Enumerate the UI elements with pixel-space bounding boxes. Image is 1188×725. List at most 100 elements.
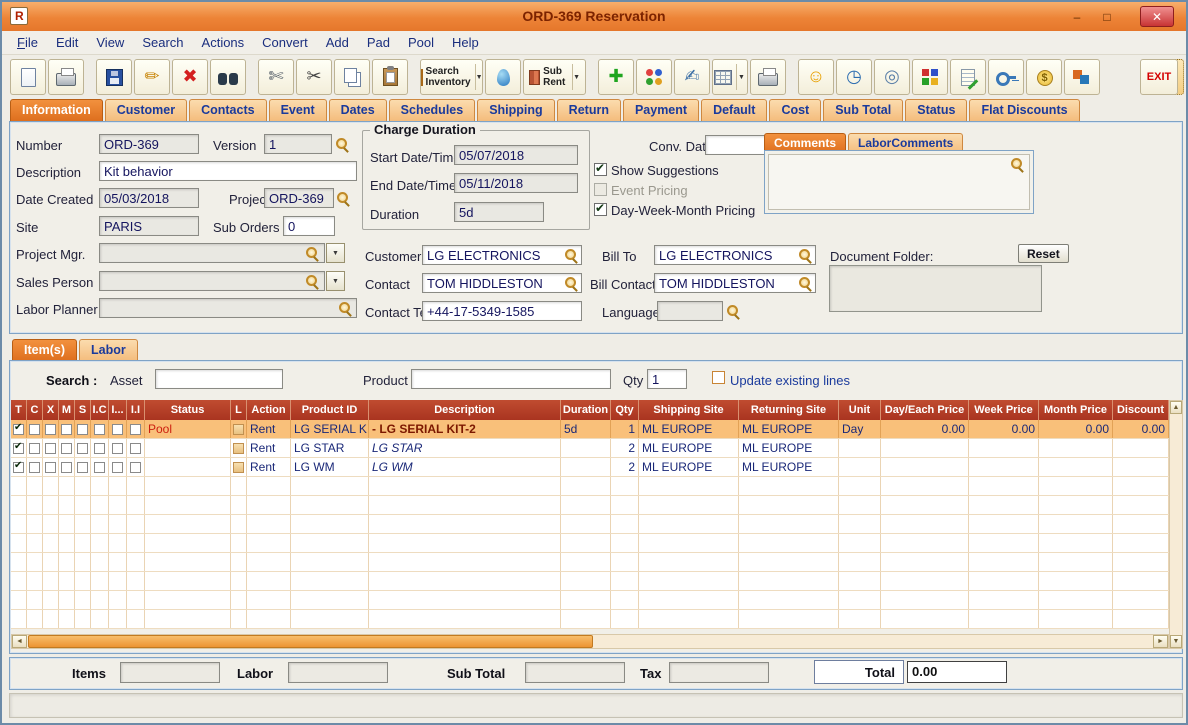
table-column-header[interactable]: Description [369,400,561,420]
description-field[interactable]: Kit behavior [99,161,357,181]
row-checkbox[interactable] [77,461,88,473]
save-icon[interactable]: ▼ [96,59,132,95]
menu-item[interactable]: View [87,32,133,53]
row-checkbox[interactable] [112,423,123,435]
row-checkbox[interactable] [77,423,88,435]
menu-item[interactable]: Search [133,32,192,53]
table-column-header[interactable]: Duration [561,400,611,420]
scroll-right-icon[interactable]: ► [1153,635,1168,648]
line-detail-icon[interactable] [233,442,244,454]
cubes-icon[interactable]: ▼ [912,59,948,95]
table-column-header[interactable]: Unit [839,400,881,420]
menu-item[interactable]: Edit [47,32,87,53]
search-inventory-button[interactable]: Search Inventory ▼ [420,59,484,95]
delete-icon[interactable]: ✖ ▼ [172,59,208,95]
row-checkbox[interactable] [45,461,56,473]
reset-button[interactable]: Reset [1018,244,1069,263]
sales-person-dropdown-button[interactable]: ▼ [326,271,345,291]
row-checkbox[interactable] [45,423,56,435]
table-row[interactable]: Rent LG WM LG WM 2 ML EUROPE ML EUROPE [11,458,1169,477]
customer-field[interactable]: LG ELECTRONICS [422,245,582,265]
find-binoculars-icon[interactable]: ▼ [210,59,246,95]
copy-icon[interactable]: ▼ [334,59,370,95]
table-row[interactable]: Rent LG STAR LG STAR 2 ML EUROPE ML EURO… [11,439,1169,458]
table-column-header[interactable]: Week Price [969,400,1039,420]
menu-item[interactable]: Add [317,32,358,53]
coins-icon[interactable]: ▼ [1026,59,1062,95]
table-column-header[interactable]: X [43,400,59,420]
bill-contact-search-icon[interactable] [798,276,812,290]
bill-to-search-icon[interactable] [798,248,812,262]
row-checkbox[interactable] [112,442,123,454]
table-column-header[interactable]: Product ID [291,400,369,420]
start-date-field[interactable]: 05/07/2018 [454,145,578,165]
puzzle-icon[interactable]: ▼ [1064,59,1100,95]
row-checkbox[interactable] [45,442,56,454]
main-tab[interactable]: Shipping [477,99,555,121]
clock-icon[interactable]: ◷ ▼ [836,59,872,95]
chevron-down-icon[interactable]: ▼ [572,64,580,90]
language-field[interactable] [657,301,723,321]
table-column-header[interactable]: T [11,400,27,420]
row-select-checkbox[interactable] [13,441,24,454]
date-created-field[interactable]: 05/03/2018 [99,188,199,208]
update-existing-lines-checkbox[interactable] [712,371,725,384]
project-mgr-field[interactable] [99,243,325,263]
table-row[interactable] [11,610,1169,629]
table-row[interactable] [11,572,1169,591]
qty-input[interactable] [647,369,687,389]
maximize-button[interactable]: □ [1094,8,1120,26]
items-tab[interactable]: Item(s) [12,339,77,361]
horizontal-scrollbar[interactable]: ◄ ► [11,634,1169,649]
end-date-field[interactable]: 05/11/2018 [454,173,578,193]
asset-input[interactable] [155,369,283,389]
close-button[interactable]: ✕ [1140,6,1174,27]
project-field[interactable]: ORD-369 [264,188,334,208]
print-icon[interactable]: ▼ [48,59,84,95]
version-search-icon[interactable] [335,137,349,151]
row-checkbox[interactable] [77,442,88,454]
table-row[interactable] [11,477,1169,496]
row-checkbox[interactable] [94,461,105,473]
table-column-header[interactable]: M [59,400,75,420]
main-tab[interactable]: Flat Discounts [969,99,1080,121]
table-row[interactable] [11,515,1169,534]
sub-rent-button[interactable]: Sub Rent ▼ [523,59,586,95]
duration-field[interactable]: 5d [454,202,544,222]
contact-tel-field[interactable]: +44-17-5349-1585 [422,301,582,321]
version-field[interactable]: 1 [264,134,332,154]
product-input[interactable] [411,369,611,389]
sales-person-field[interactable] [99,271,325,291]
labor-planner-search-icon[interactable] [338,301,352,315]
menu-item[interactable]: Help [443,32,488,53]
comments-search-icon[interactable] [1010,157,1024,171]
row-checkbox[interactable] [94,423,105,435]
day-week-month-checkbox[interactable] [594,201,607,216]
main-tab[interactable]: Sub Total [823,99,904,121]
site-field[interactable]: PARIS [99,216,199,236]
cut-icon[interactable]: ✂ ▼ [296,59,332,95]
table-column-header[interactable]: Qty [611,400,639,420]
scroll-up-icon[interactable]: ▲ [1170,401,1182,414]
row-checkbox[interactable] [61,442,72,454]
conv-date-field[interactable] [705,135,771,155]
filter-drop-icon[interactable]: ▼ [485,59,522,95]
line-detail-icon[interactable] [233,423,244,435]
table-column-header[interactable]: Returning Site [739,400,839,420]
paste-icon[interactable]: ▼ [372,59,408,95]
table-column-header[interactable]: S [75,400,91,420]
row-checkbox[interactable] [29,442,40,454]
main-tab[interactable]: Cost [769,99,822,121]
row-checkbox[interactable] [29,423,40,435]
items-tab[interactable]: Labor [78,339,138,361]
contact-search-icon[interactable] [564,276,578,290]
row-checkbox[interactable] [130,461,141,473]
comments-textarea[interactable] [768,154,1030,210]
edit-note-icon[interactable]: ✍ ▼ [674,59,710,95]
row-checkbox[interactable] [130,423,141,435]
menu-item[interactable]: Pool [399,32,443,53]
cd-icon[interactable]: ◎ ▼ [874,59,910,95]
table-row[interactable] [11,534,1169,553]
table-column-header[interactable]: Shipping Site [639,400,739,420]
row-checkbox[interactable] [94,442,105,454]
